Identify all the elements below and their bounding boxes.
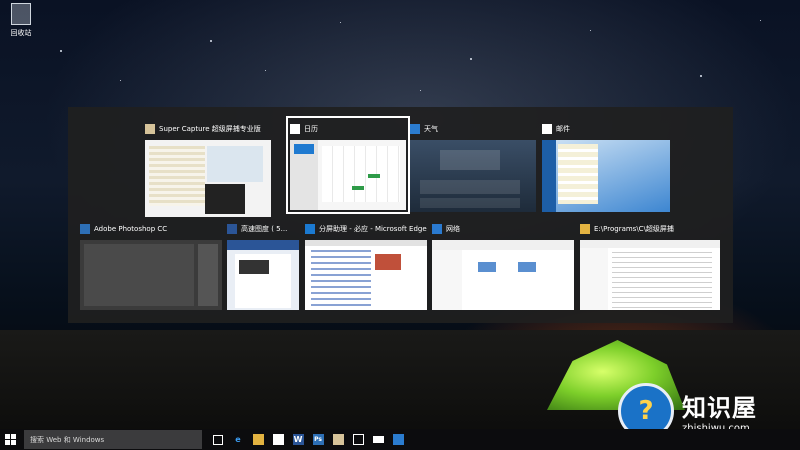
watermark-name: 知识屋 [682,394,757,422]
mail-icon [372,436,384,443]
window-title: E:\Programs\C\超级屏捕 [594,225,674,233]
edge-icon: e [235,435,241,444]
window-thumbnail [305,240,427,310]
window-word-document[interactable]: 高速图度 ( 5... [227,220,299,310]
recycle-bin-icon [11,3,31,25]
task-view-button[interactable] [208,429,228,450]
window-title: 网络 [446,225,460,233]
taskbar-super-capture[interactable] [328,429,348,450]
window-thumbnail [290,140,406,210]
taskbar-file-explorer[interactable] [248,429,268,450]
task-switcher-overlay: Super Capture 超级屏捕专业版 日历 天气 邮件 Adobe Pho… [68,107,733,323]
taskbar-calendar[interactable] [348,429,368,450]
recycle-bin-desktop-icon[interactable]: 回收站 [6,3,36,38]
window-thumbnail [227,240,299,310]
window-thumbnail [145,140,271,217]
window-weather[interactable]: 天气 [410,120,536,212]
word-icon: W [292,434,304,445]
window-title: Adobe Photoshop CC [94,225,168,233]
search-placeholder: 搜索 Web 和 Windows [30,435,105,444]
window-title: 分屏助理 - 必应 - Microsoft Edge [319,225,427,233]
recycle-bin-label: 回收站 [10,29,32,37]
taskbar-weather[interactable] [388,429,408,450]
window-photoshop[interactable]: Adobe Photoshop CC [80,220,222,310]
window-title: 天气 [424,125,438,133]
taskbar-edge[interactable]: e [228,429,248,450]
photoshop-icon: Ps [312,434,324,445]
taskbar-word[interactable]: W [288,429,308,450]
network-icon [432,224,442,234]
mail-icon [542,124,552,134]
photoshop-icon [80,224,90,234]
super-capture-icon [332,434,344,445]
edge-icon [305,224,315,234]
task-view-icon [213,434,223,445]
calendar-icon [352,434,364,445]
taskbar-store[interactable] [268,429,288,450]
taskbar: 搜索 Web 和 Windows e W Ps [0,429,800,450]
window-edge-browser[interactable]: 分屏助理 - 必应 - Microsoft Edge [305,220,427,310]
window-title: 高速图度 ( 5... [241,225,288,233]
taskbar-mail[interactable] [368,429,388,450]
window-thumbnail [580,240,720,310]
window-thumbnail [542,140,670,212]
window-thumbnail [80,240,222,310]
start-button[interactable] [0,429,20,450]
taskbar-photoshop[interactable]: Ps [308,429,328,450]
window-thumbnail [410,140,536,212]
window-title: Super Capture 超级屏捕专业版 [159,125,261,133]
calendar-icon [290,124,300,134]
store-icon [272,434,284,445]
window-file-explorer[interactable]: E:\Programs\C\超级屏捕 [580,220,720,310]
file-explorer-icon [252,434,264,445]
super-capture-icon [145,124,155,134]
window-network[interactable]: 网络 [432,220,574,310]
weather-icon [410,124,420,134]
search-box[interactable]: 搜索 Web 和 Windows [24,430,202,449]
folder-icon [580,224,590,234]
windows-logo-icon [4,434,16,445]
window-mail[interactable]: 邮件 [542,120,670,212]
window-thumbnail [432,240,574,310]
weather-icon [392,434,404,445]
word-icon [227,224,237,234]
window-title: 日历 [304,125,318,133]
window-title: 邮件 [556,125,570,133]
window-super-capture[interactable]: Super Capture 超级屏捕专业版 [145,120,271,217]
window-calendar[interactable]: 日历 [286,116,410,214]
